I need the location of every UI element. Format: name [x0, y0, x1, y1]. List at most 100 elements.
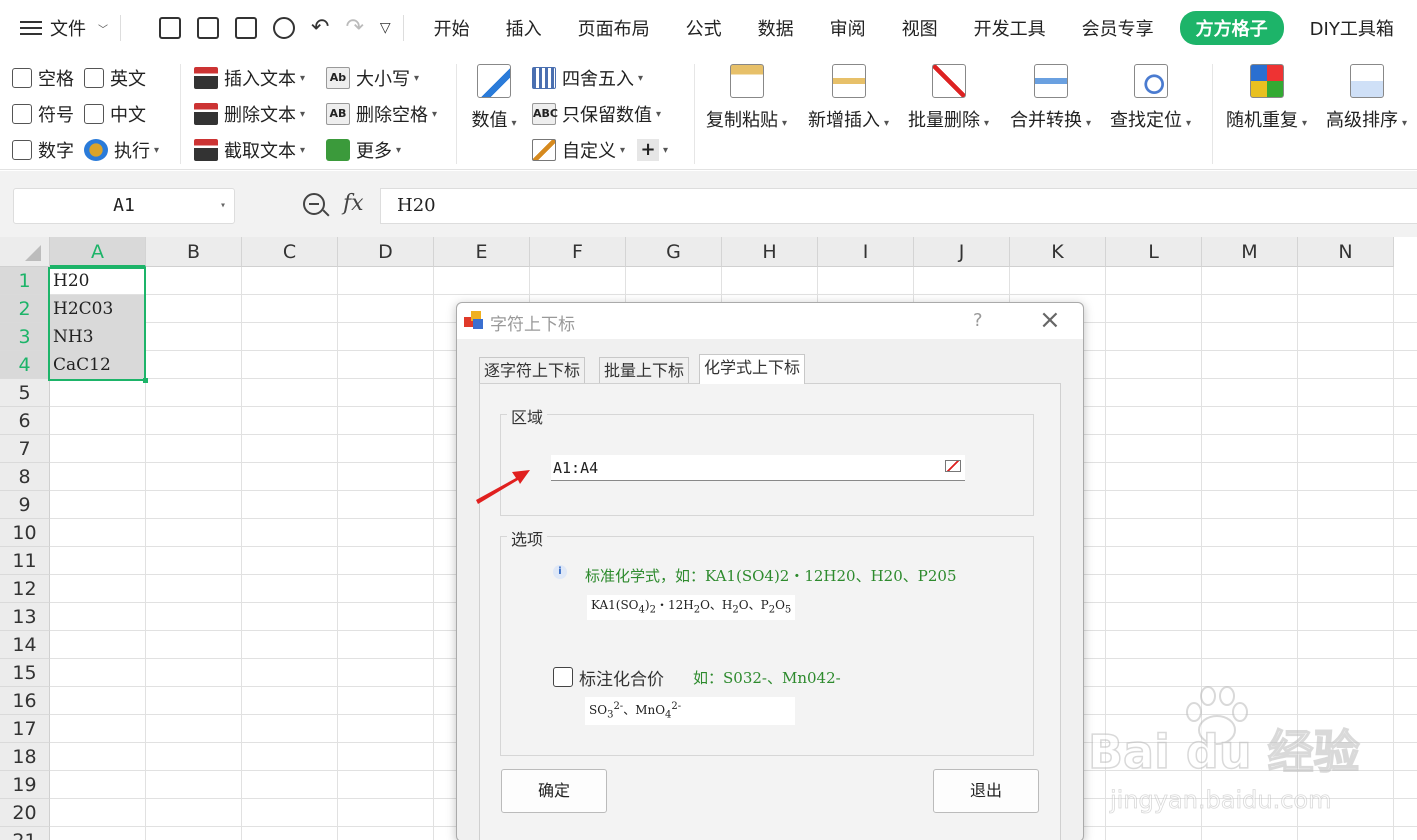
function-icon[interactable]: fx: [343, 191, 364, 216]
row-header[interactable]: 13: [0, 603, 50, 631]
extract-text-button[interactable]: 截取文本 ▾: [194, 132, 305, 168]
row-header[interactable]: 20: [0, 799, 50, 827]
column-header[interactable]: M: [1202, 237, 1298, 267]
row-header[interactable]: 3: [0, 323, 50, 351]
row-header[interactable]: 21: [0, 827, 50, 840]
column-header[interactable]: K: [1010, 237, 1106, 267]
menu-tab[interactable]: 视图: [884, 15, 956, 41]
row-header[interactable]: 14: [0, 631, 50, 659]
checkbox-symbol[interactable]: 符号: [12, 101, 74, 127]
column-header[interactable]: I: [818, 237, 914, 267]
row-header[interactable]: 17: [0, 715, 50, 743]
undo-icon[interactable]: ↶: [311, 17, 329, 39]
zoom-out-icon[interactable]: [303, 193, 325, 215]
column-header[interactable]: C: [242, 237, 338, 267]
menu-tab[interactable]: 开始: [416, 15, 488, 41]
customize-toolbar-icon[interactable]: ▽: [380, 17, 391, 39]
round-button[interactable]: 四舍五入 ▾: [532, 60, 668, 96]
chevron-down-icon[interactable]: ▾: [220, 189, 226, 223]
column-header[interactable]: N: [1298, 237, 1394, 267]
add-button[interactable]: + ▾: [637, 139, 668, 161]
export-icon[interactable]: [197, 17, 219, 39]
menu-tab[interactable]: 开发工具: [956, 15, 1064, 41]
row-header[interactable]: 18: [0, 743, 50, 771]
tab-batch[interactable]: 批量上下标: [599, 357, 690, 383]
insert-text-button[interactable]: 插入文本 ▾: [194, 60, 305, 96]
checkbox-english[interactable]: 英文: [84, 65, 146, 91]
random-repeat-button[interactable]: 随机重复 ▾: [1226, 64, 1307, 132]
random-icon: [1249, 64, 1284, 98]
menu-tab[interactable]: 数据: [740, 15, 812, 41]
print-preview-icon[interactable]: [273, 17, 295, 39]
find-locate-button[interactable]: 查找定位 ▾: [1110, 64, 1191, 132]
more-button[interactable]: 更多 ▾: [326, 132, 437, 168]
checkbox-chinese[interactable]: 中文: [84, 101, 146, 127]
row-header[interactable]: 4: [0, 351, 50, 379]
menu-tab[interactable]: 方方格子: [1179, 11, 1284, 45]
column-header[interactable]: F: [530, 237, 626, 267]
case-icon: Ab: [326, 67, 350, 89]
insert-new-button[interactable]: 新增插入 ▾: [808, 64, 889, 132]
number-button[interactable]: 数值 ▾: [466, 64, 522, 132]
delete-space-label: 删除空格: [356, 105, 428, 126]
merge-convert-button[interactable]: 合并转换 ▾: [1010, 64, 1091, 132]
row-header[interactable]: 12: [0, 575, 50, 603]
batch-delete-button[interactable]: 批量删除 ▾: [908, 64, 989, 132]
ok-button[interactable]: 确定: [501, 769, 607, 813]
advanced-sort-button[interactable]: 高级排序 ▾: [1326, 64, 1407, 132]
row-header[interactable]: 5: [0, 379, 50, 407]
delete-text-button[interactable]: 删除文本 ▾: [194, 96, 305, 132]
exit-button[interactable]: 退出: [933, 769, 1039, 813]
name-box[interactable]: A1 ▾: [13, 188, 235, 224]
select-all-corner[interactable]: [0, 237, 50, 267]
column-header[interactable]: B: [146, 237, 242, 267]
custom-button[interactable]: 自定义 ▾: [532, 137, 625, 163]
row-header[interactable]: 6: [0, 407, 50, 435]
print-icon[interactable]: [235, 17, 257, 39]
dialog-title-bar[interactable]: 字符上下标 ? ×: [457, 303, 1083, 339]
column-header[interactable]: J: [914, 237, 1010, 267]
row-header[interactable]: 10: [0, 519, 50, 547]
column-header[interactable]: H: [722, 237, 818, 267]
range-input[interactable]: A1:A4: [551, 455, 965, 481]
tab-per-character[interactable]: 逐字符上下标: [479, 357, 586, 383]
redo-icon[interactable]: ↷: [345, 17, 363, 39]
valence-checkbox[interactable]: [553, 667, 573, 687]
keep-number-button[interactable]: ABC 只保留数值 ▾: [532, 96, 668, 132]
checkbox-number[interactable]: 数字: [12, 137, 74, 163]
column-header[interactable]: A: [50, 237, 146, 267]
column-header[interactable]: L: [1106, 237, 1202, 267]
file-menu-button[interactable]: 文件 ﹀: [20, 15, 108, 41]
row-header[interactable]: 15: [0, 659, 50, 687]
help-icon[interactable]: ?: [973, 310, 983, 331]
range-picker-icon[interactable]: [945, 460, 961, 472]
checkbox-space[interactable]: 空格: [12, 65, 74, 91]
menu-tab[interactable]: DIY工具箱: [1292, 15, 1412, 41]
column-header[interactable]: D: [338, 237, 434, 267]
row-header[interactable]: 16: [0, 687, 50, 715]
menu-tab[interactable]: 页面布局: [560, 15, 668, 41]
row-header[interactable]: 19: [0, 771, 50, 799]
divider: [120, 15, 121, 41]
watermark-url: jingyan.baidu.com: [1110, 786, 1332, 815]
row-header[interactable]: 7: [0, 435, 50, 463]
execute-button[interactable]: 执行 ▾: [84, 137, 159, 163]
case-button[interactable]: Ab 大小写 ▾: [326, 60, 437, 96]
row-header[interactable]: 8: [0, 463, 50, 491]
copy-paste-button[interactable]: 复制粘贴 ▾: [706, 64, 787, 132]
menu-tab[interactable]: 公式: [668, 15, 740, 41]
row-header[interactable]: 11: [0, 547, 50, 575]
menu-tab[interactable]: 会员专享: [1064, 15, 1172, 41]
row-header[interactable]: 1: [0, 267, 50, 295]
column-header[interactable]: E: [434, 237, 530, 267]
row-header[interactable]: 2: [0, 295, 50, 323]
column-header[interactable]: G: [626, 237, 722, 267]
formula-input[interactable]: H20: [380, 188, 1417, 224]
menu-tab[interactable]: 插入: [488, 15, 560, 41]
save-icon[interactable]: [159, 17, 181, 39]
menu-tab[interactable]: 审阅: [812, 15, 884, 41]
tab-chemical-formula[interactable]: 化学式上下标: [699, 354, 806, 384]
row-header[interactable]: 9: [0, 491, 50, 519]
delete-space-button[interactable]: AB 删除空格 ▾: [326, 96, 437, 132]
close-icon[interactable]: ×: [1039, 305, 1061, 335]
